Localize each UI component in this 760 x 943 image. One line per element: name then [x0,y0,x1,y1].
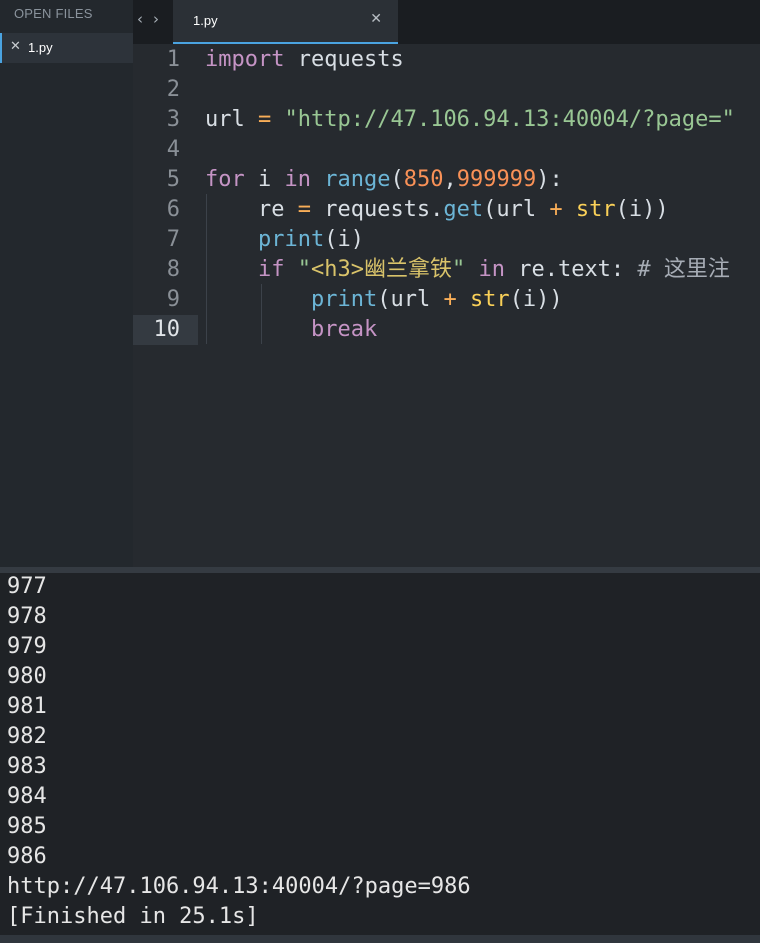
code-token: in [284,167,312,192]
code-token: import [205,47,285,72]
code-token: 999999 [456,167,537,192]
tab-title: 1.py [193,13,218,28]
code-token: <h3>幽兰拿铁 [310,257,452,282]
sidebar: OPEN FILES ✕ 1.py [0,0,133,567]
line-number: 7 [166,227,180,252]
code-token: (url [377,287,444,312]
console-line: 984 [7,784,47,809]
code-token: for [205,167,245,192]
code-line: for i in range(850,999999): [205,165,563,195]
code-token: (i)) [509,287,563,312]
code-line: re = requests.get(url + str(i)) [205,195,669,225]
code-token: ( [390,167,404,192]
code-token: print [310,287,378,312]
code-token: re [205,197,298,222]
code-line: url = "http://47.106.94.13:40004/?page=" [205,105,735,135]
console-line: http://47.106.94.13:40004/?page=986 [7,874,471,899]
code-token: = [297,197,311,222]
code-token: (i) [324,227,364,252]
code-token: in [478,257,505,282]
tab-bar: 1.py ✕ [133,0,760,44]
code-token: ): [536,167,563,192]
console-line: 986 [7,844,47,869]
code-line: print(url + str(i)) [205,285,563,315]
code-token: + [549,197,563,222]
line-number: 10 [133,315,198,345]
console-line: 979 [7,634,47,659]
code-token: re.text: [504,257,638,282]
nav-arrows: ‹ › [137,10,159,28]
code-token: + [443,287,457,312]
code-token: 850 [403,167,444,192]
code-token: if [257,257,285,282]
code-token: url [205,107,245,132]
code-editor[interactable]: 1 2 3 4 5 6 7 8 9 10 import requests url = "http:/… [133,44,760,567]
tab-1py[interactable]: 1.py ✕ [173,0,398,44]
sidebar-file-item[interactable]: ✕ 1.py [0,33,133,63]
console-line: [Finished in 25.1s] [7,904,259,929]
code-token: (url [483,197,550,222]
code-token: str [469,287,510,312]
console-line: 978 [7,604,47,629]
line-number: 1 [166,47,180,72]
console-line: 980 [7,664,47,689]
code-token: range [324,167,391,192]
line-number: 3 [166,107,180,132]
code-line: print(i) [205,225,364,255]
code-token: print [257,227,325,252]
code-token: requests. [310,197,444,222]
code-token: , [443,167,457,192]
file-name: 1.py [28,40,53,55]
console-line: 977 [7,574,47,599]
console-line: 983 [7,754,47,779]
line-number: 5 [166,167,180,192]
line-number-gutter: 1 2 3 4 5 6 7 8 9 10 [133,44,198,567]
chevron-right-icon[interactable]: › [153,10,159,28]
status-strip [0,935,760,943]
console-line: 982 [7,724,47,749]
code-token: break [310,317,378,342]
line-number: 2 [166,77,180,102]
code-token: = [244,107,285,132]
console-line: 981 [7,694,47,719]
line-number: 8 [166,257,180,282]
code-line: break [205,315,377,345]
tab-close-icon[interactable]: ✕ [370,11,382,27]
code-token: "http://47.106.94.13:40004/?page=" [284,107,735,132]
code-token: (i)) [615,197,669,222]
code-token: # 这里注 [637,257,730,282]
code-line: import requests [205,45,404,75]
open-files-header: OPEN FILES [14,6,93,21]
build-output-panel: 977 978 979 980 981 982 983 984 985 986 http://47.… [0,573,760,935]
code-token: i [244,167,285,192]
chevron-left-icon[interactable]: ‹ [137,10,143,28]
code-token: " [284,257,311,282]
code-token: " [451,257,466,282]
code-token: get [443,197,484,222]
code-line: if "<h3>幽兰拿铁" in re.text: # 这里注 [205,255,730,285]
line-number: 9 [166,287,180,312]
console-line: 985 [7,814,47,839]
line-number: 4 [166,137,180,162]
line-number: 6 [166,197,180,222]
code-token: requests [284,47,404,72]
code-token: str [575,197,616,222]
close-icon[interactable]: ✕ [10,39,21,54]
